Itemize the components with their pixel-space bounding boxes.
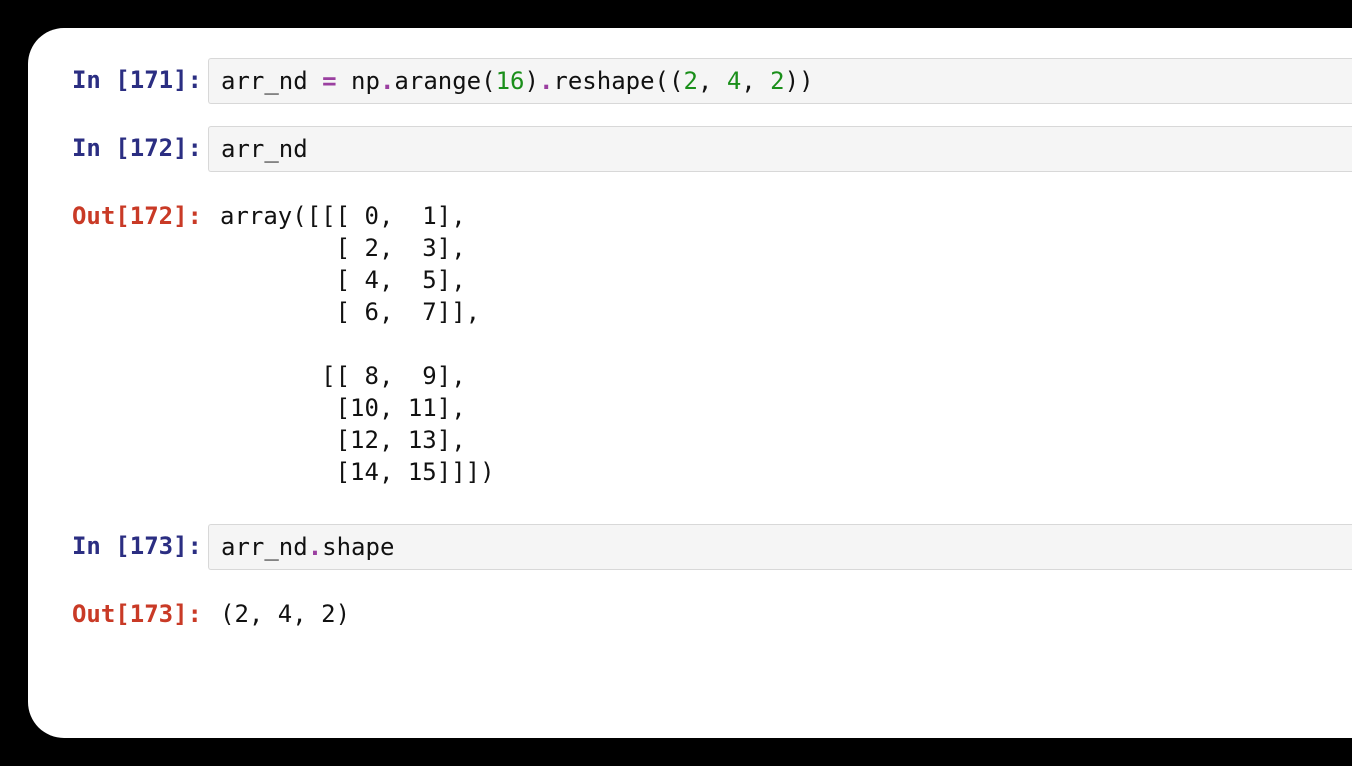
- code-token: arr_nd: [221, 135, 308, 163]
- notebook-card: In [171]: arr_nd = np.arange(16).reshape…: [28, 28, 1352, 738]
- code-token: =: [322, 67, 336, 95]
- code-in-172[interactable]: arr_nd: [208, 126, 1352, 172]
- prompt-in-173: In [173]:: [28, 524, 208, 568]
- code-token: 2: [683, 67, 697, 95]
- prompt-in-172: In [172]:: [28, 126, 208, 170]
- code-token: 16: [496, 67, 525, 95]
- code-token: .: [380, 67, 394, 95]
- cell-in-171: In [171]: arr_nd = np.arange(16).reshape…: [28, 58, 1352, 104]
- prompt-out-173: Out[173]:: [28, 592, 208, 636]
- code-token: ,: [741, 67, 770, 95]
- code-token: (: [481, 67, 495, 95]
- code-token: arr_nd: [221, 67, 322, 95]
- code-token: ,: [698, 67, 727, 95]
- code-token: .: [539, 67, 553, 95]
- code-token: ): [524, 67, 538, 95]
- output-out-172: array([[[ 0, 1], [ 2, 3], [ 4, 5], [ 6, …: [208, 194, 1352, 494]
- cell-in-173: In [173]: arr_nd.shape: [28, 524, 1352, 570]
- prompt-out-172: Out[172]:: [28, 194, 208, 238]
- prompt-in-171: In [171]:: [28, 58, 208, 102]
- code-in-173[interactable]: arr_nd.shape: [208, 524, 1352, 570]
- code-token: arr_nd: [221, 533, 308, 561]
- code-token: reshape: [553, 67, 654, 95]
- cell-out-173: Out[173]: (2, 4, 2): [28, 592, 1352, 636]
- code-token: ((: [655, 67, 684, 95]
- code-token: )): [785, 67, 814, 95]
- cell-out-172: Out[172]: array([[[ 0, 1], [ 2, 3], [ 4,…: [28, 194, 1352, 494]
- code-token: .: [308, 533, 322, 561]
- code-token: np: [337, 67, 380, 95]
- code-token: shape: [322, 533, 394, 561]
- code-token: 2: [770, 67, 784, 95]
- output-out-173: (2, 4, 2): [208, 592, 1352, 636]
- code-token: 4: [727, 67, 741, 95]
- code-in-171[interactable]: arr_nd = np.arange(16).reshape((2, 4, 2)…: [208, 58, 1352, 104]
- code-token: arange: [394, 67, 481, 95]
- cell-in-172: In [172]: arr_nd: [28, 126, 1352, 172]
